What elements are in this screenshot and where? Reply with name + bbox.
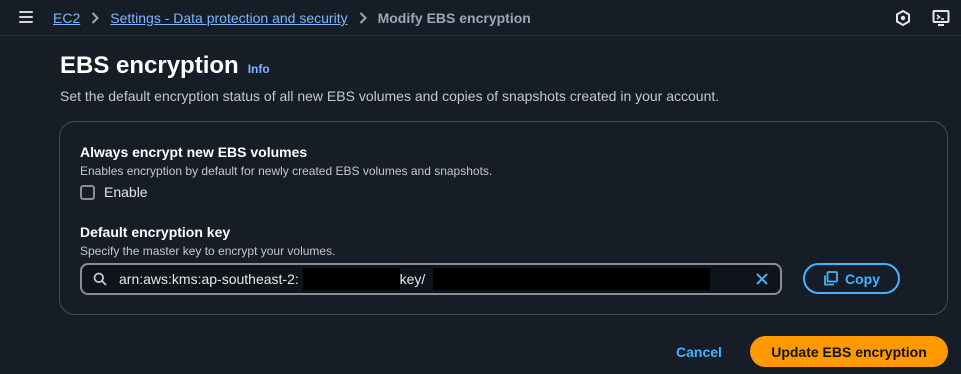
notifications-icon[interactable] [894, 9, 912, 27]
hamburger-menu-icon[interactable] [19, 11, 33, 23]
chevron-right-icon [359, 12, 367, 24]
search-icon [93, 272, 107, 286]
clear-icon[interactable] [754, 271, 770, 287]
top-navigation-bar: EC2 Settings - Data protection and secur… [0, 0, 961, 36]
breadcrumb-current: Modify EBS encryption [377, 10, 531, 26]
redacted-key-id [433, 268, 710, 290]
encryption-field-label: Always encrypt new EBS volumes [80, 144, 308, 160]
encryption-key-input[interactable]: arn:aws:kms:ap-southeast-2: :key/ [80, 263, 782, 295]
update-ebs-encryption-button[interactable]: Update EBS encryption [750, 336, 948, 367]
copy-button-label: Copy [845, 270, 880, 287]
default-key-label: Default encryption key [80, 224, 231, 240]
info-link[interactable]: Info [248, 62, 270, 76]
copy-icon [824, 271, 838, 286]
breadcrumb: EC2 Settings - Data protection and secur… [53, 9, 531, 27]
cloudshell-icon[interactable] [932, 9, 950, 27]
key-value-prefix: arn:aws:kms:ap-southeast-2: [119, 271, 299, 287]
chevron-right-icon [91, 12, 100, 24]
page-description: Set the default encryption status of all… [60, 88, 720, 104]
default-key-description: Specify the master key to encrypt your v… [80, 244, 336, 258]
breadcrumb-ec2[interactable]: EC2 [53, 10, 80, 26]
redacted-account-id [303, 268, 400, 290]
page-header: EBS encryption Info [60, 52, 270, 80]
enable-checkbox[interactable] [80, 185, 95, 200]
page-title: EBS encryption [60, 52, 239, 79]
key-value-middle: :key/ [395, 271, 426, 287]
cancel-button[interactable]: Cancel [670, 337, 728, 367]
enable-checkbox-label[interactable]: Enable [104, 184, 148, 200]
encryption-field-description: Enables encryption by default for newly … [80, 164, 493, 178]
breadcrumb-settings[interactable]: Settings - Data protection and security [110, 10, 347, 26]
copy-button[interactable]: Copy [803, 263, 900, 294]
